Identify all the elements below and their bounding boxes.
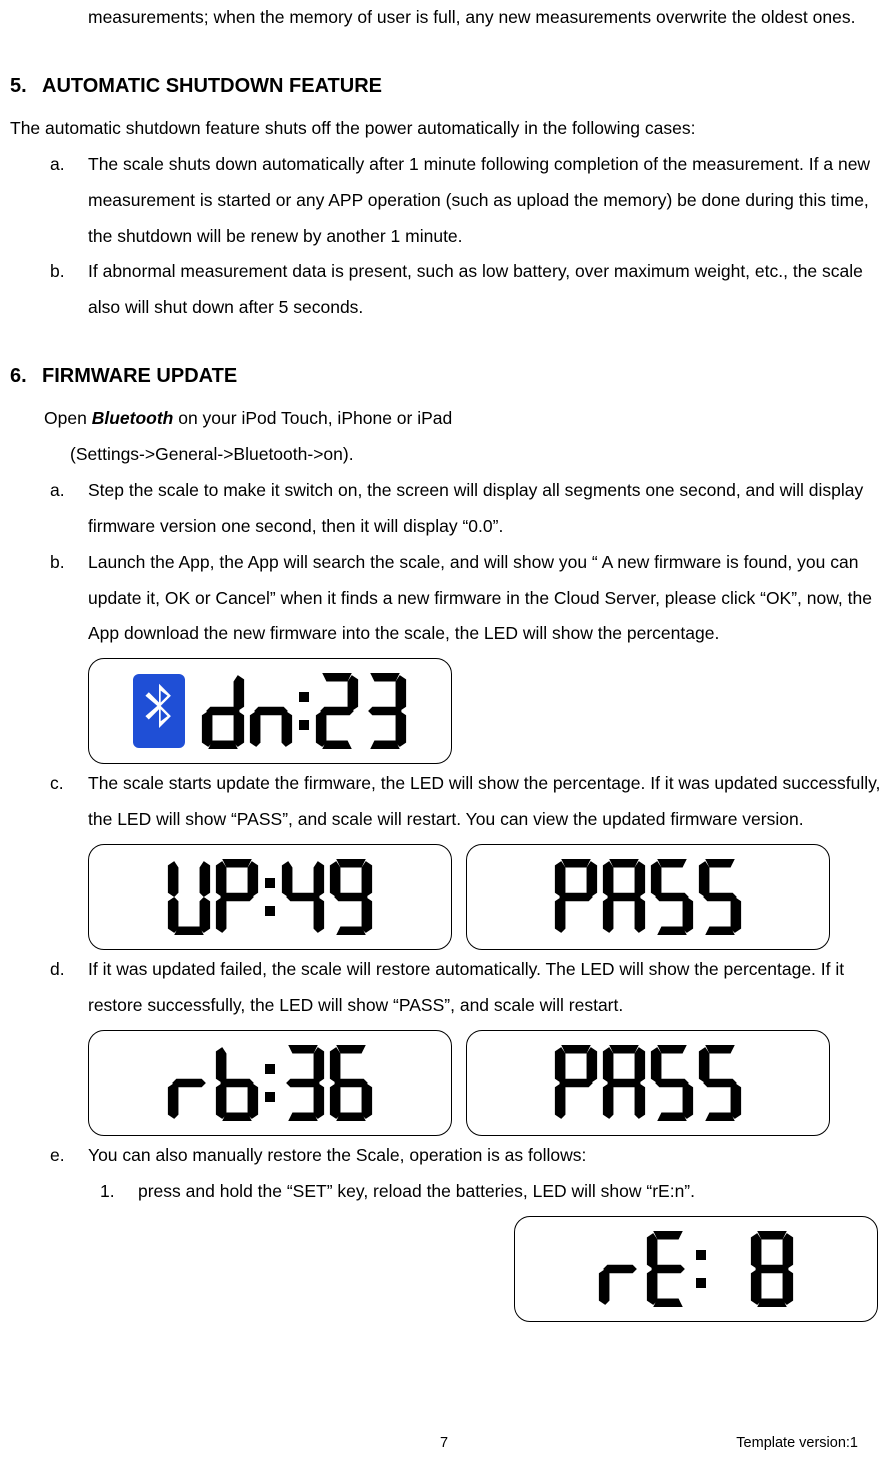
bluetooth-icon [133,674,185,748]
section-6-open-line: Open Bluetooth on your iPod Touch, iPhon… [44,401,888,437]
page-footer: 7 Template version:1 [0,1429,888,1459]
intro-fragment: measurements; when the memory of user is… [88,0,888,36]
template-version: Template version:1 [736,1429,858,1459]
section-5-item-b: b.If abnormal measurement data is presen… [0,254,888,326]
section-6-item-b: b.Launch the App, the App will search th… [0,545,888,765]
section-6-item-a: a.Step the scale to make it switch on, t… [0,473,888,545]
section-5-item-a: a.The scale shuts down automatically aft… [0,147,888,255]
lcd-display-pass-1 [466,844,830,950]
lcd-display-pass-2 [466,1030,830,1136]
lcd-display-rb36 [88,1030,452,1136]
section-6-item-d: d.If it was updated failed, the scale wi… [0,952,888,1136]
lcd-display-up49 [88,844,452,950]
section-6-item-e-1: 1.press and hold the “SET” key, reload t… [88,1174,888,1210]
lcd-display-re8 [514,1216,878,1322]
section-5-heading: 5.AUTOMATIC SHUTDOWN FEATURE [10,66,888,107]
page-number: 7 [440,1429,448,1459]
lcd-display-dn23 [88,658,452,764]
section-5-lead: The automatic shutdown feature shuts off… [10,111,888,147]
section-6-item-c: c.The scale starts update the firmware, … [0,766,888,950]
section-6-heading: 6.FIRMWARE UPDATE [10,356,888,397]
section-6-open-sub: (Settings->General->Bluetooth->on). [70,437,888,473]
section-6-item-e: e.You can also manually restore the Scal… [0,1138,888,1322]
